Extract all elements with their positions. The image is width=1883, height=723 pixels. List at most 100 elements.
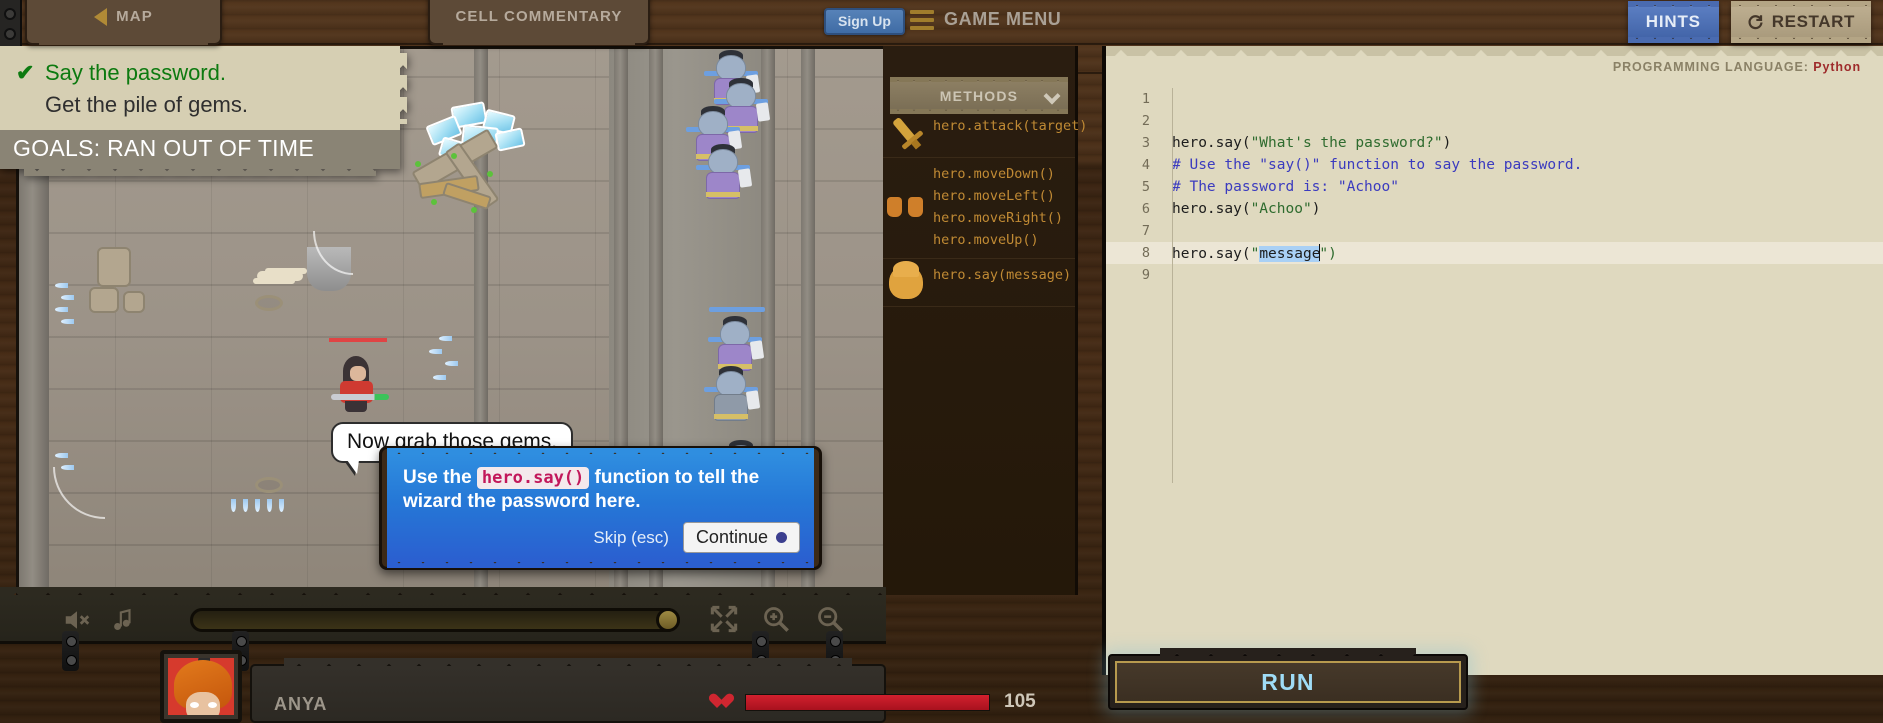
health-bar-track — [745, 694, 990, 711]
playback-control-bar — [0, 595, 886, 671]
continue-button[interactable]: Continue — [682, 522, 800, 553]
method-item[interactable]: hero.moveUp() — [933, 230, 1075, 252]
code-line[interactable]: 5 # The password is: "Achoo" — [1106, 176, 1883, 198]
code-token-plain: hero.say( — [1172, 201, 1251, 217]
method-item[interactable]: hero.say(message) — [933, 265, 1075, 287]
run-button-shell: RUN — [1108, 654, 1468, 710]
ogre-enemy — [696, 144, 753, 207]
run-button[interactable]: RUN — [1115, 661, 1461, 703]
continue-label: Continue — [695, 527, 768, 547]
line-number: 9 — [1141, 267, 1150, 283]
goals-list: ✔ Say the password. Get the pile of gems… — [0, 46, 407, 131]
left-corner-plate — [0, 0, 22, 46]
playback-scrubber[interactable] — [190, 608, 680, 632]
rock — [97, 247, 131, 287]
code-line[interactable]: 6 hero.say("Achoo") — [1106, 198, 1883, 220]
code-token-plain: hero.say( — [1172, 246, 1251, 262]
goal-label: Say the password. — [45, 60, 226, 85]
line-number: 6 — [1141, 201, 1150, 217]
line-number: 4 — [1141, 157, 1150, 173]
code-token-comment: # Use the "say()" function to say the pa… — [1172, 157, 1583, 173]
tutorial-dialog: Use the hero.say() function to tell the … — [379, 446, 822, 570]
chevron-down-icon[interactable] — [1043, 87, 1061, 105]
goals-status-banner: GOALS: RAN OUT OF TIME — [0, 130, 400, 177]
code-token-string: ") — [1319, 246, 1337, 262]
method-item[interactable]: hero.moveRight() — [933, 208, 1075, 230]
code-line[interactable]: 3 hero.say("What's the password?") — [1106, 132, 1883, 154]
hero-character[interactable] — [329, 338, 389, 412]
line-number: 5 — [1141, 179, 1150, 195]
map-tab-button[interactable]: MAP — [25, 0, 222, 45]
tutorial-code-chip: hero.say() — [476, 467, 590, 489]
methods-group-attack: hero.attack(target) — [883, 110, 1087, 158]
code-editor-panel[interactable]: PROGRAMMING LANGUAGE: Python 1 2 3 hero.say… — [1102, 46, 1883, 675]
code-line[interactable]: 8 hero.say("message") — [1106, 242, 1883, 264]
heart-icon — [717, 694, 734, 709]
code-token-comment: # The password is: "Achoo" — [1172, 179, 1399, 195]
scrubber-knob[interactable] — [656, 608, 680, 632]
cell-commentary-label: CELL COMMENTARY — [455, 8, 623, 25]
line-number: 3 — [1141, 135, 1150, 151]
goal-item: Get the pile of gems. — [16, 89, 400, 121]
code-line[interactable]: 4 # Use the "say()" function to say the p… — [1106, 154, 1883, 176]
bones — [257, 271, 303, 281]
hamburger-icon — [910, 9, 934, 30]
health-value: 105 — [1004, 691, 1036, 712]
player-name: ANYA — [274, 694, 328, 714]
code-token-string: "Achoo" — [1250, 201, 1312, 217]
goals-panel: ✔ Say the password. Get the pile of gems… — [0, 46, 407, 177]
method-item[interactable]: hero.attack(target) — [933, 116, 1087, 138]
code-token-plain: hero.say( — [1172, 135, 1251, 151]
restart-button[interactable]: RESTART — [1730, 6, 1872, 43]
line-number: 1 — [1141, 91, 1150, 107]
floor-ring — [255, 477, 283, 493]
gutter-divider — [1172, 88, 1173, 483]
header-right-actions: HINTS RESTART — [1627, 6, 1872, 43]
method-item[interactable]: hero.moveDown() — [933, 164, 1075, 186]
cell-commentary-tab-button[interactable]: CELL COMMENTARY — [428, 0, 650, 45]
fullscreen-icon[interactable] — [710, 605, 740, 635]
ogre-enemy — [704, 366, 761, 429]
code-line[interactable]: 9 — [1106, 264, 1883, 286]
code-token-string: "What's the password?" — [1250, 135, 1443, 151]
refresh-icon — [1748, 14, 1763, 29]
code-token-selected: message — [1259, 246, 1321, 262]
method-item[interactable]: hero.moveLeft() — [933, 186, 1075, 208]
code-line-text: hero.say("What's the password?") — [1161, 135, 1451, 151]
tutorial-text-before: Use the — [403, 467, 477, 488]
health-bar-fill — [746, 695, 989, 710]
player-hud: ANYA 105 — [160, 650, 1036, 723]
hinge-decoration — [62, 631, 79, 671]
tutorial-actions: Skip (esc) Continue — [593, 522, 800, 553]
goal-item: ✔ Say the password. — [16, 57, 400, 89]
code-line[interactable]: 7 — [1106, 220, 1883, 242]
line-number: 2 — [1141, 113, 1150, 129]
language-prefix: PROGRAMMING LANGUAGE: — [1612, 60, 1809, 74]
floor-ring — [255, 295, 283, 311]
code-area[interactable]: 1 2 3 hero.say("What's the password?") 4 # Us… — [1106, 88, 1883, 675]
avatar[interactable] — [160, 650, 242, 723]
code-line-text: # The password is: "Achoo" — [1161, 179, 1399, 195]
code-line[interactable]: 1 — [1106, 88, 1883, 110]
hero-head-icon — [883, 261, 929, 300]
hints-label: HINTS — [1645, 12, 1701, 31]
music-note-icon[interactable] — [110, 605, 140, 635]
methods-group-say: hero.say(message) — [883, 259, 1075, 308]
goal-complete-icon: ✔ — [16, 60, 35, 85]
code-line-text: # Use the "say()" function to say the pa… — [1161, 157, 1582, 173]
tutorial-message: Use the hero.say() function to tell the … — [403, 466, 798, 515]
sign-up-button[interactable]: Sign Up — [824, 8, 905, 35]
triangle-left-icon — [94, 7, 108, 26]
methods-panel-header[interactable]: METHODS — [890, 81, 1068, 114]
code-line-text: hero.say("message") — [1161, 244, 1337, 262]
code-line[interactable]: 2 — [1106, 110, 1883, 132]
methods-header-label: METHODS — [939, 87, 1019, 104]
game-menu-button[interactable]: GAME MENU — [910, 9, 1061, 30]
line-number: 8 — [1141, 245, 1150, 261]
methods-panel: METHODS hero.attack(target) hero.moveDow… — [883, 46, 1087, 595]
skip-button[interactable]: Skip (esc) — [593, 528, 669, 548]
code-token-plain: ) — [1442, 135, 1452, 151]
hints-button[interactable]: HINTS — [1627, 6, 1719, 43]
code-line-text: hero.say("Achoo") — [1161, 201, 1320, 217]
programming-language-label: PROGRAMMING LANGUAGE: Python — [1613, 60, 1861, 74]
